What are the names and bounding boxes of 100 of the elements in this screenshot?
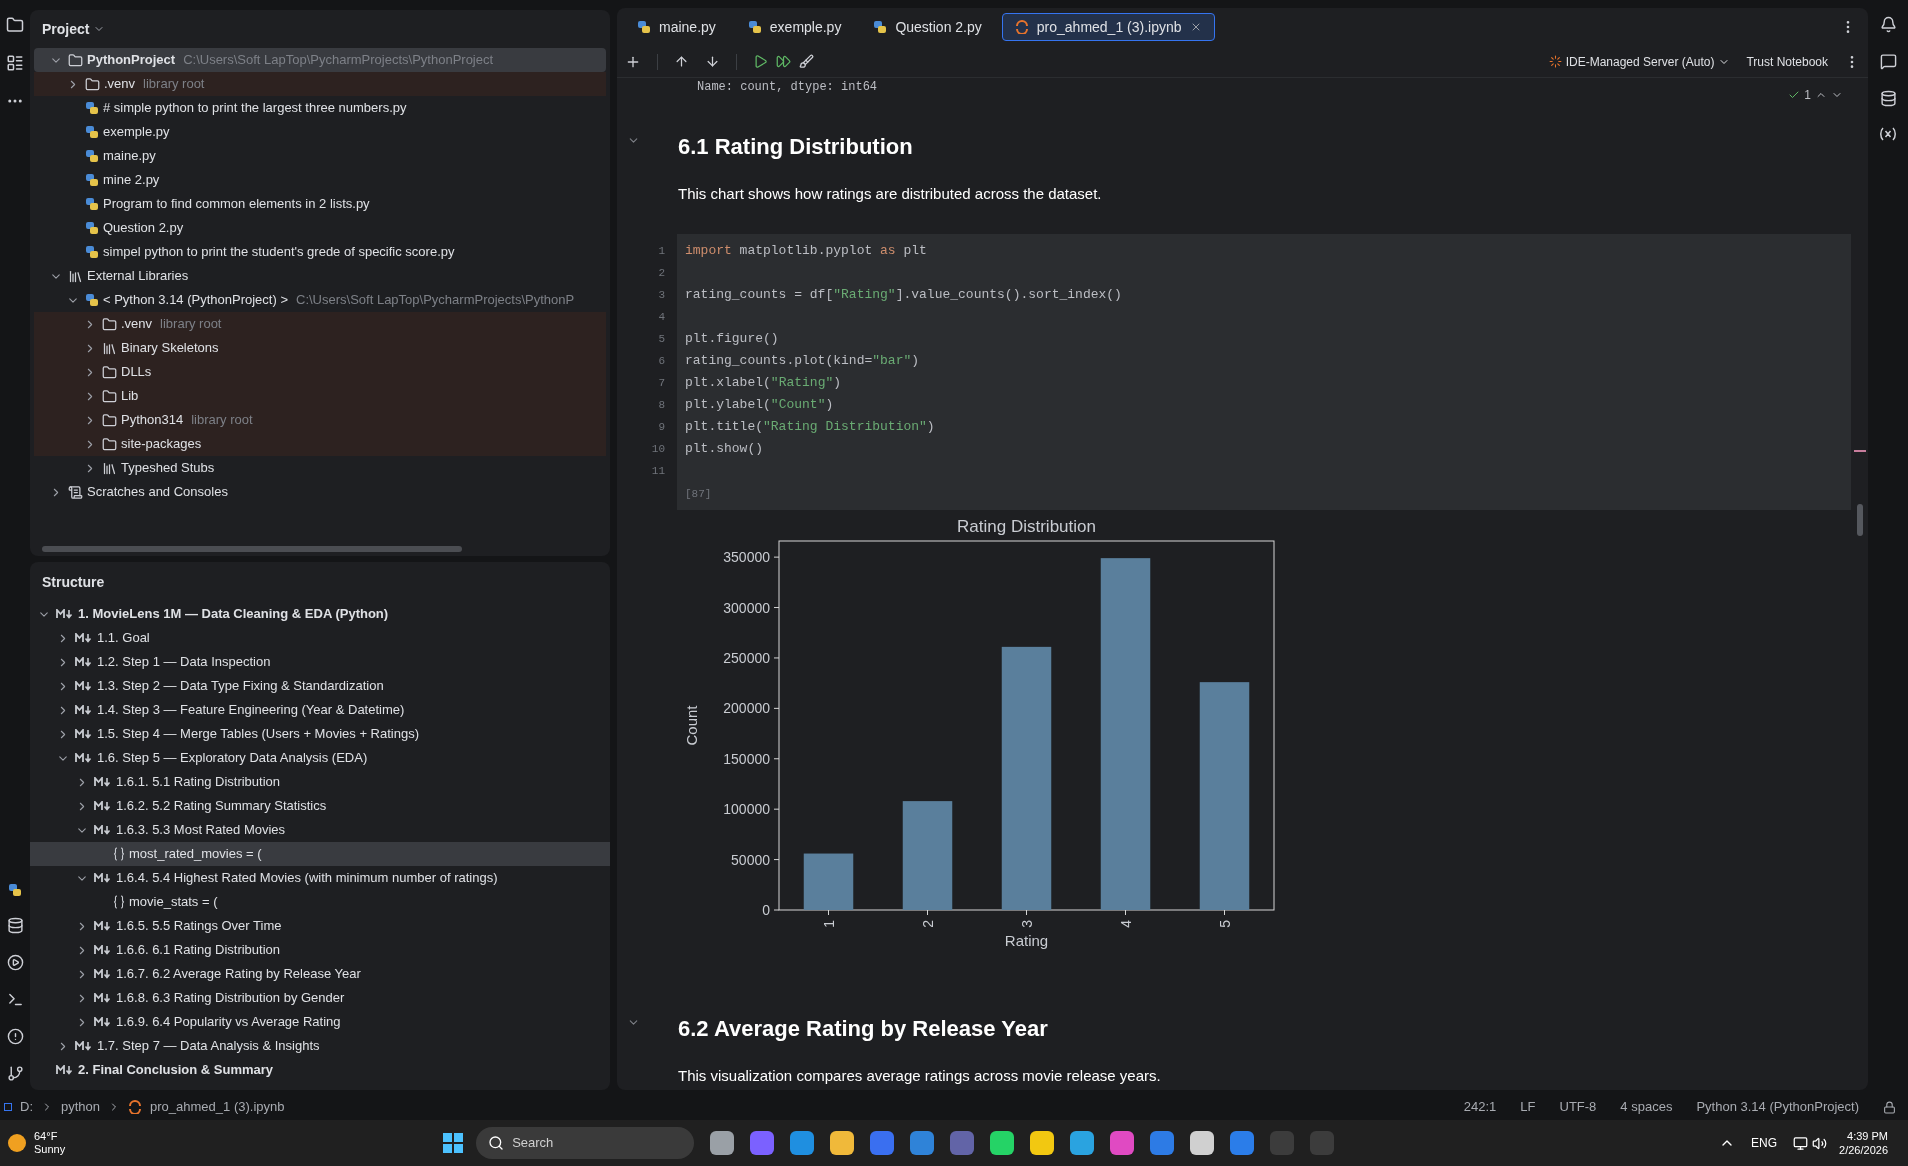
horizontal-scrollbar[interactable]	[42, 546, 462, 552]
volume-icon[interactable]	[1812, 1135, 1828, 1151]
tree-item[interactable]: # simple python to print the largest three numbers.py	[34, 96, 606, 120]
structure-item[interactable]: 1.6.2. 5.2 Rating Summary Statistics	[30, 794, 610, 818]
app-icon[interactable]	[710, 1131, 735, 1155]
tree-item[interactable]: exemple.py	[34, 120, 606, 144]
tree-item[interactable]: Question 2.py	[34, 216, 606, 240]
breadcrumb[interactable]: python	[61, 1097, 101, 1117]
item-label: site-packages	[121, 435, 202, 454]
status-item[interactable]: 4 spaces	[1612, 1097, 1681, 1117]
structure-icon[interactable]	[6, 54, 24, 72]
tree-item[interactable]: Typeshed Stubs	[34, 456, 606, 480]
tree-item[interactable]: External Libraries	[34, 264, 606, 288]
structure-item[interactable]: 1.6.8. 6.3 Rating Distribution by Gender	[30, 986, 610, 1010]
move-up-icon[interactable]	[674, 54, 689, 69]
tree-item[interactable]: DLLs	[34, 360, 606, 384]
windows-start-icon[interactable]	[442, 1132, 465, 1154]
structure-item[interactable]: 1.1. Goal	[30, 626, 610, 650]
structure-item[interactable]: movie_stats = (	[30, 890, 610, 914]
editor-tab[interactable]: Question 2.py	[861, 13, 994, 41]
database-icon[interactable]	[1879, 90, 1897, 107]
structure-item[interactable]: 1.7. Step 7 — Data Analysis & Insights	[30, 1034, 610, 1058]
structure-item[interactable]: 1.2. Step 1 — Data Inspection	[30, 650, 610, 674]
trust-notebook-button[interactable]: Trust Notebook	[1746, 52, 1828, 71]
x-axis-label: Rating	[1004, 932, 1049, 949]
search-field[interactable]: Search	[476, 1127, 695, 1159]
app-icon[interactable]	[1110, 1131, 1135, 1155]
tree-item[interactable]: PythonProject C:\Users\Soft LapTop\PycharmProjects\PythonProject	[34, 48, 606, 72]
execution-count: [87]	[685, 486, 713, 502]
structure-item[interactable]: 1.6.1. 5.1 Rating Distribution	[30, 770, 610, 794]
x-tick-label: 5	[1216, 920, 1233, 928]
status-item[interactable]: UTF-8	[1551, 1097, 1605, 1117]
tree-item[interactable]: Scratches and Consoles	[34, 480, 606, 504]
tree-item[interactable]: Binary Skeletons	[34, 336, 606, 360]
chat-icon[interactable]	[1879, 53, 1897, 70]
tree-item[interactable]: < Python 3.14 (PythonProject) > C:\Users\Soft LapTop\PycharmProjects\PythonP	[34, 288, 606, 312]
structure-item[interactable]: 1.6.9. 6.4 Popularity vs Average Rating	[30, 1010, 610, 1034]
drive-icon	[4, 1103, 12, 1111]
app-icon[interactable]	[990, 1131, 1015, 1155]
panel-title[interactable]: Project	[42, 18, 90, 40]
lock-icon[interactable]	[1883, 1100, 1896, 1114]
item-label: 1.6.7. 6.2 Average Rating by Release Year	[116, 965, 361, 984]
editor-tab[interactable]: pro_ahmed_1 (3).ipynb	[1001, 13, 1215, 41]
project-icon[interactable]	[6, 16, 24, 34]
item-label: 1.6.1. 5.1 Rating Distribution	[116, 773, 281, 792]
run-icon[interactable]	[6, 954, 24, 971]
clock-time[interactable]: 4:39 PM	[1847, 1129, 1888, 1143]
server-dropdown[interactable]: IDE-Managed Server (Auto)	[1548, 52, 1731, 71]
item-label: 1.7. Step 7 — Data Analysis & Insights	[97, 1037, 320, 1056]
y-axis-label: Count	[683, 705, 700, 746]
y-tick-label: 250000	[723, 649, 770, 666]
tree-item[interactable]: Program to find common elements in 2 lists.py	[34, 192, 606, 216]
app-icon[interactable]	[830, 1131, 855, 1155]
structure-item[interactable]: 1.5. Step 4 — Merge Tables (Users + Movies + Ratings)	[30, 722, 610, 746]
vertical-scrollbar[interactable]	[1856, 504, 1863, 536]
inspection-count[interactable]: 1	[1804, 86, 1811, 104]
structure-item[interactable]: 1.6.7. 6.2 Average Rating by Release Year	[30, 962, 610, 986]
tree-item[interactable]: maine.py	[34, 144, 606, 168]
app-icon[interactable]	[790, 1131, 815, 1155]
clock-date[interactable]: 2/26/2026	[1839, 1143, 1888, 1157]
y-tick-label: 200000	[723, 700, 770, 717]
structure-item[interactable]: 1.6. Step 5 — Exploratory Data Analysis (EDA)	[30, 746, 610, 770]
variables-icon[interactable]	[1879, 127, 1897, 141]
structure-item[interactable]: 1.6.6. 6.1 Rating Distribution	[30, 938, 610, 962]
move-down-icon[interactable]	[705, 54, 720, 69]
tree-item[interactable]: mine 2.py	[34, 168, 606, 192]
structure-item[interactable]: 1. MovieLens 1M — Data Cleaning & EDA (Python)	[30, 602, 610, 626]
app-icon[interactable]	[1190, 1131, 1215, 1155]
tree-item[interactable]: site-packages	[34, 432, 606, 456]
clear-outputs-icon[interactable]	[799, 54, 814, 69]
tree-item[interactable]: Python314 library root	[34, 408, 606, 432]
structure-item[interactable]: 1.3. Step 2 — Data Type Fixing & Standardization	[30, 674, 610, 698]
breadcrumb[interactable]: pro_ahmed_1 (3).ipynb	[150, 1097, 285, 1117]
editor-tab[interactable]: exemple.py	[735, 13, 854, 41]
status-item[interactable]: 242:1	[1455, 1097, 1505, 1117]
breadcrumb[interactable]: D:	[20, 1097, 33, 1117]
status-item[interactable]: Python 3.14 (PythonProject)	[1688, 1097, 1867, 1117]
problems-icon[interactable]	[6, 1028, 24, 1045]
network-icon[interactable]	[1793, 1135, 1809, 1151]
language-indicator[interactable]: ENG	[1751, 1134, 1778, 1152]
git-icon[interactable]	[6, 1065, 24, 1082]
structure-item[interactable]: most_rated_movies = (	[30, 842, 610, 866]
structure-item[interactable]: 2. Final Conclusion & Summary	[30, 1058, 610, 1082]
structure-item[interactable]: 1.6.4. 5.4 Highest Rated Movies (with minimum number of ratings)	[30, 866, 610, 890]
structure-item[interactable]: 1.6.5. 5.5 Ratings Over Time	[30, 914, 610, 938]
notifications-icon[interactable]	[1879, 16, 1897, 33]
structure-item[interactable]: 1.6.3. 5.3 Most Rated Movies	[30, 818, 610, 842]
run-cell-icon[interactable]	[753, 54, 768, 69]
tree-item[interactable]: .venv library root	[34, 312, 606, 336]
terminal-icon[interactable]	[6, 991, 24, 1008]
app-icon[interactable]	[1030, 1131, 1055, 1155]
tree-item[interactable]: .venv library root	[34, 72, 606, 96]
tree-item[interactable]: Lib	[34, 384, 606, 408]
structure-item[interactable]: 1.4. Step 3 — Feature Engineering (Year & Datetime)	[30, 698, 610, 722]
editor-tab[interactable]: maine.py	[625, 13, 728, 41]
tree-item[interactable]: simpel python to print the student's grede of specific score.py	[34, 240, 606, 264]
status-item[interactable]: LF	[1512, 1097, 1544, 1117]
app-icon[interactable]	[1070, 1131, 1095, 1155]
run-all-icon[interactable]	[776, 54, 791, 69]
packages-icon[interactable]	[6, 917, 24, 934]
